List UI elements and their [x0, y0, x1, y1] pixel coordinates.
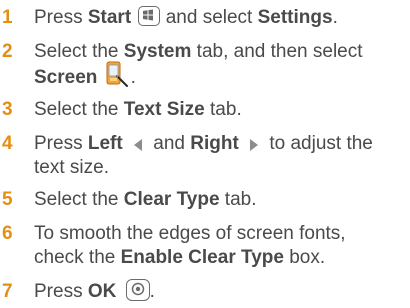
step-text-part: tab. [204, 99, 242, 120]
step-number: 2 [2, 41, 13, 62]
step-text-part: and [147, 133, 191, 154]
step-text-part: and select [160, 7, 258, 28]
step-text-part: Press [34, 133, 88, 154]
step-text: Select the System tab, and then select S… [34, 40, 408, 88]
step-number: 5 [2, 189, 13, 210]
step-text: Press Left and Right to adjust the text … [34, 132, 408, 180]
step-number: 6 [2, 223, 13, 244]
step-text-part: Select the [34, 41, 124, 62]
step-text: To smooth the edges of screen fonts, che… [34, 222, 408, 270]
step-bold-term: Text Size [123, 99, 205, 120]
right-arrow-icon [248, 135, 260, 151]
step-text: Select the Text Size tab. [34, 98, 408, 122]
step-text-part: Press [34, 7, 88, 28]
left-arrow-icon [132, 135, 144, 151]
step-bold-term: Enable Clear Type [120, 247, 284, 268]
step-bold-term: Right [190, 133, 239, 154]
step-bold-term: Screen [34, 67, 98, 89]
step-text-part: tab. [219, 189, 257, 210]
step-text-part: . [130, 67, 136, 89]
step-text-part: box. [283, 247, 326, 268]
step-bold-term: Settings [257, 7, 333, 28]
step-text-part: To smooth the edges of screen fonts, [34, 223, 346, 244]
step-number: 7 [2, 281, 13, 302]
step-bold-term: Clear Type [123, 189, 220, 210]
step-bold-term: Start [87, 7, 132, 28]
step-bold-term: System [123, 41, 192, 62]
step-text-part: tab, and then select [191, 41, 363, 62]
step-text-part: check the [34, 247, 121, 268]
step-bold-term: OK [87, 281, 117, 302]
step-text-part: Press [34, 281, 88, 302]
step-number: 4 [2, 133, 13, 154]
step-text-part: Select the [34, 99, 124, 120]
step-bold-term: Left [87, 133, 123, 154]
step-number: 3 [2, 99, 13, 120]
step-text-part: text size. [34, 157, 109, 178]
start-menu-icon [138, 5, 161, 26]
step-text: Press OK . [34, 278, 408, 304]
screen-settings-icon [105, 60, 131, 88]
step-number: 1 [2, 7, 13, 28]
step-text: Press Start and select Settings. [34, 5, 408, 30]
step-text: Select the Clear Type tab. [34, 188, 408, 212]
step-text-part: to adjust the [264, 133, 373, 154]
step-text-part: . [149, 281, 155, 302]
step-text-part: . [332, 7, 338, 28]
ok-button-icon [125, 278, 150, 301]
step-text-part: Select the [34, 189, 124, 210]
